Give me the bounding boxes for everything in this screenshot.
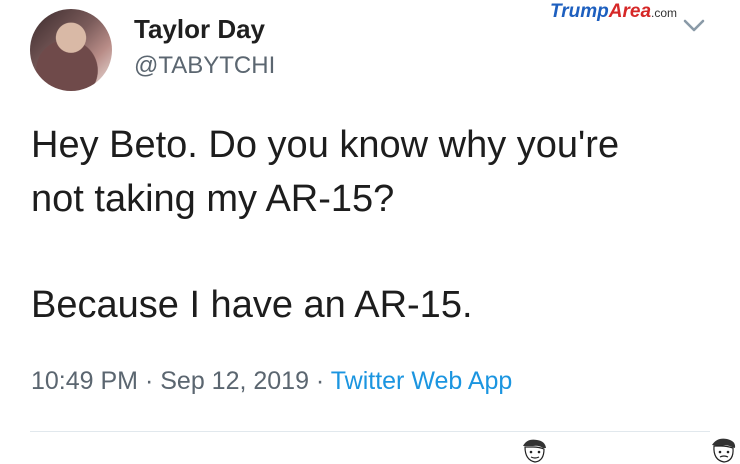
avatar[interactable] [30, 9, 112, 91]
watermark [0, 440, 740, 464]
separator: · [308, 367, 331, 395]
tweet-source-link[interactable]: Twitter Web App [331, 367, 513, 395]
tweet-time[interactable]: 10:49 PM [31, 367, 138, 395]
tweet-meta: 10:49 PM · Sep 12, 2019 · Twitter Web Ap… [31, 367, 512, 396]
chevron-down-icon[interactable] [680, 14, 708, 36]
tweet-text-line: Because I have an AR-15. [31, 284, 473, 326]
tweet-text-line: Hey Beto. Do you know why you're [31, 124, 620, 166]
divider [30, 431, 710, 432]
tweet-date[interactable]: Sep 12, 2019 [160, 367, 309, 395]
author-handle[interactable]: @TABYTCHI [134, 52, 275, 80]
tweet-text: Hey Beto. Do you know why you're not tak… [31, 118, 721, 332]
caricature-face-icon [523, 439, 546, 463]
tweet-text-line: not taking my AR-15? [31, 178, 395, 220]
caricature-face-icon [712, 438, 736, 463]
watermark-part1: Trump [550, 1, 609, 22]
author-name[interactable]: Taylor Day [134, 14, 265, 45]
watermark-logo: TrumpArea.com [550, 0, 677, 24]
watermark-part2: Area [608, 1, 652, 22]
tweet-card: Taylor Day @TABYTCHI Hey Beto. Do you kn… [0, 0, 740, 440]
separator: · [138, 367, 161, 395]
watermark-domain: .com [651, 6, 678, 20]
